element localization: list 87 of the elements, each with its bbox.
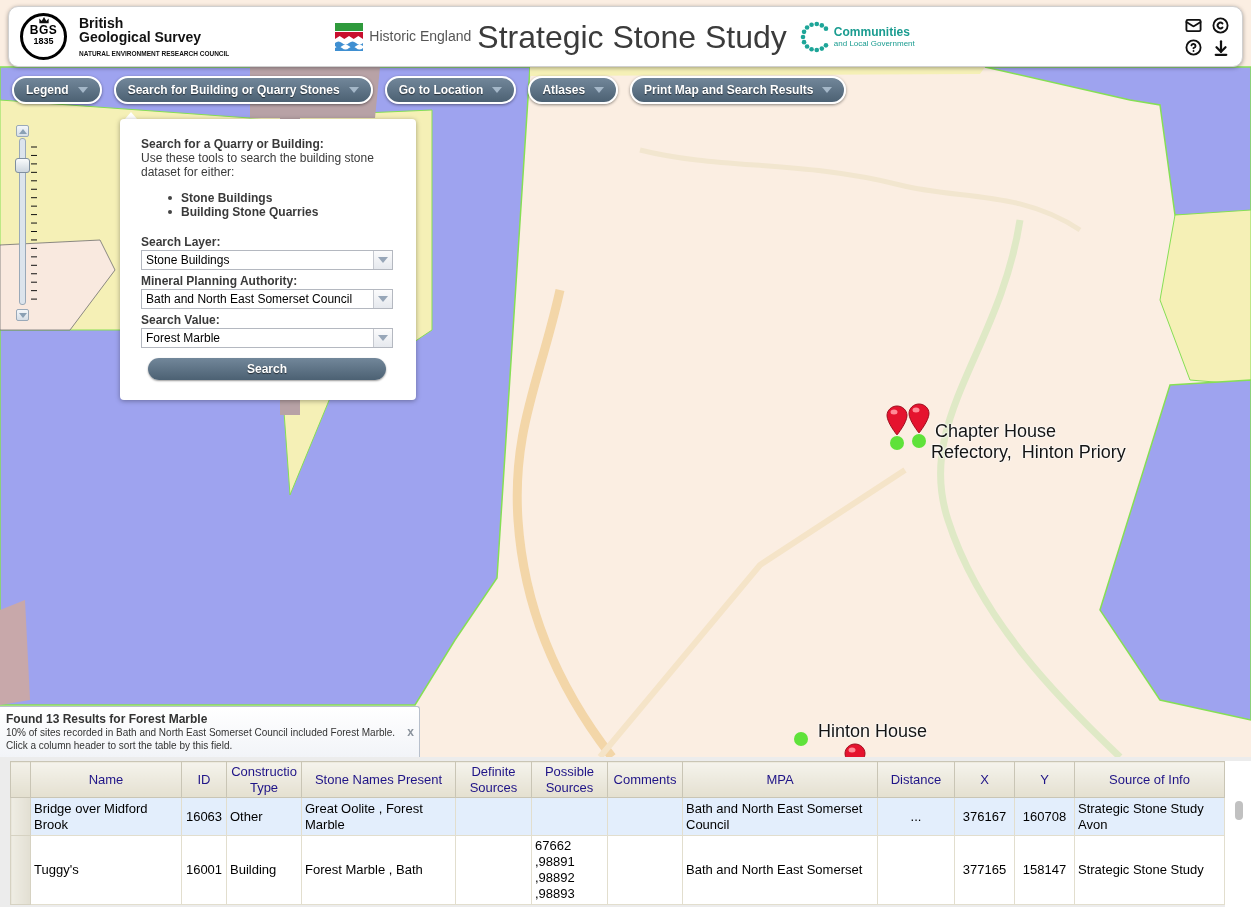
caret-up-icon bbox=[18, 128, 27, 134]
table-cell: Bridge over Midford Brook bbox=[30, 797, 182, 836]
map-pin-icon[interactable] bbox=[886, 405, 908, 436]
search-button[interactable]: Search bbox=[148, 358, 386, 380]
column-header[interactable]: MPA bbox=[682, 761, 878, 798]
map-pin-icon[interactable] bbox=[844, 743, 866, 757]
logo-wordmark: British Geological Survey bbox=[79, 15, 203, 44]
table-cell: Building bbox=[226, 835, 302, 905]
caret-icon bbox=[594, 87, 605, 93]
table-cell: 160708 bbox=[1014, 797, 1075, 836]
partner-subtitle: and Local Government bbox=[833, 38, 915, 48]
crown-icon bbox=[37, 17, 50, 24]
table-cell: Forest Marble , Bath bbox=[301, 835, 456, 905]
field-label: Search Layer: bbox=[141, 235, 221, 249]
table-cell: Strategic Stone Study Avon bbox=[1074, 797, 1225, 836]
help-icon[interactable] bbox=[1185, 38, 1202, 56]
table-cell: Bath and North East Somerset bbox=[682, 835, 878, 905]
table-cell: 16001 bbox=[181, 835, 227, 905]
download-icon[interactable] bbox=[1212, 38, 1230, 57]
table-cell: Tuggy's bbox=[30, 835, 182, 905]
wave-logo-icon bbox=[335, 22, 364, 51]
mail-icon[interactable] bbox=[1185, 16, 1202, 34]
results-summary: 10% of sites recorded in Bath and North East Somerset Council included Forest Marble. bbox=[6, 726, 396, 739]
table-cell: 158147 bbox=[1014, 835, 1075, 905]
bullet-icon bbox=[168, 210, 172, 214]
caret-icon bbox=[348, 87, 359, 93]
column-header[interactable]: Y bbox=[1014, 761, 1075, 798]
menu-button[interactable]: Print Map and Search Results bbox=[630, 76, 847, 104]
column-header[interactable]: Name bbox=[30, 761, 182, 798]
option-text: Stone Buildings bbox=[181, 191, 273, 205]
site-title: Strategic Stone Study bbox=[477, 18, 787, 55]
results-title: Found 13 Results for Forest Marble bbox=[6, 712, 208, 726]
column-header[interactable]: Definite Sources bbox=[455, 761, 532, 798]
results-hint: Click a column header to sort the table by this field. bbox=[6, 739, 233, 752]
table-cell: Great Oolite , Forest Marble bbox=[301, 797, 456, 836]
column-header[interactable]: Possible Sources bbox=[531, 761, 608, 798]
column-header[interactable]: Constructio Type bbox=[226, 761, 302, 798]
zoom-out-button[interactable] bbox=[16, 309, 29, 321]
menu-button[interactable]: Search for Building or Quarry Stones bbox=[113, 76, 373, 104]
caret-down-icon bbox=[18, 312, 27, 318]
table-cell: 376167 bbox=[954, 797, 1015, 836]
place-label: Hinton House bbox=[818, 721, 928, 742]
menu-button[interactable]: Atlases bbox=[528, 76, 619, 104]
field-label: Search Value: bbox=[141, 313, 220, 327]
caret-icon bbox=[822, 87, 833, 93]
table-cell: ... bbox=[877, 797, 955, 836]
place-label: Chapter House Refectory, Hinton Priory bbox=[931, 421, 1127, 463]
column-header[interactable]: Comments bbox=[607, 761, 683, 798]
zoom-in-button[interactable] bbox=[16, 125, 29, 137]
row-handle[interactable] bbox=[10, 835, 31, 905]
table-row[interactable]: Tuggy's 16001 Building Forest Marble , Bath 67662 ,98891 ,98892 ,98893 Bath and North East Somerset 377165 158147 Strategic Stone Study bbox=[10, 835, 1225, 905]
select-field[interactable]: Stone Buildings bbox=[141, 250, 393, 270]
menu-button[interactable]: Legend bbox=[12, 76, 102, 104]
caret-icon bbox=[378, 257, 388, 263]
column-header[interactable]: ID bbox=[181, 761, 227, 798]
caret-icon bbox=[378, 296, 388, 302]
row-handle[interactable] bbox=[10, 797, 31, 836]
panel-description: Use these tools to search the building stone dataset for either: bbox=[141, 151, 375, 179]
column-header[interactable]: Stone Names Present bbox=[301, 761, 456, 798]
partner-name: Communities bbox=[833, 25, 910, 39]
logo-year: 1835 bbox=[33, 36, 54, 46]
column-header[interactable]: Distance bbox=[877, 761, 955, 798]
table-cell: 16063 bbox=[181, 797, 227, 836]
select-field[interactable]: Bath and North East Somerset Council bbox=[141, 289, 393, 309]
option-text: Building Stone Quarries bbox=[181, 205, 319, 219]
select-field[interactable]: Forest Marble bbox=[141, 328, 393, 348]
field-label: Mineral Planning Authority: bbox=[141, 274, 298, 288]
scrollbar[interactable] bbox=[1225, 761, 1251, 907]
scrollbar-thumb[interactable] bbox=[1235, 801, 1243, 820]
logo-initials: BGS bbox=[29, 24, 58, 36]
bullet-icon bbox=[168, 196, 172, 200]
caret-icon bbox=[378, 335, 388, 341]
column-header[interactable]: X bbox=[954, 761, 1015, 798]
copyright-icon[interactable] bbox=[1212, 16, 1229, 34]
table-corner bbox=[10, 761, 31, 798]
caret-icon bbox=[492, 87, 503, 93]
column-header[interactable]: Source of Info bbox=[1074, 761, 1225, 798]
table-cell: Bath and North East Somerset Council bbox=[682, 797, 878, 836]
table-cell: 377165 bbox=[954, 835, 1015, 905]
partner-name: Historic England bbox=[369, 27, 472, 46]
menu-button[interactable]: Go to Location bbox=[384, 76, 517, 104]
panel-heading: Search for a Quarry or Building: bbox=[141, 137, 325, 151]
table-cell: Strategic Stone Study bbox=[1074, 835, 1225, 905]
map-pin-icon[interactable] bbox=[908, 403, 930, 434]
table-cell: 67662 ,98891 ,98892 ,98893 bbox=[531, 835, 608, 905]
table-cell: Other bbox=[226, 797, 302, 836]
caret-icon bbox=[77, 87, 88, 93]
